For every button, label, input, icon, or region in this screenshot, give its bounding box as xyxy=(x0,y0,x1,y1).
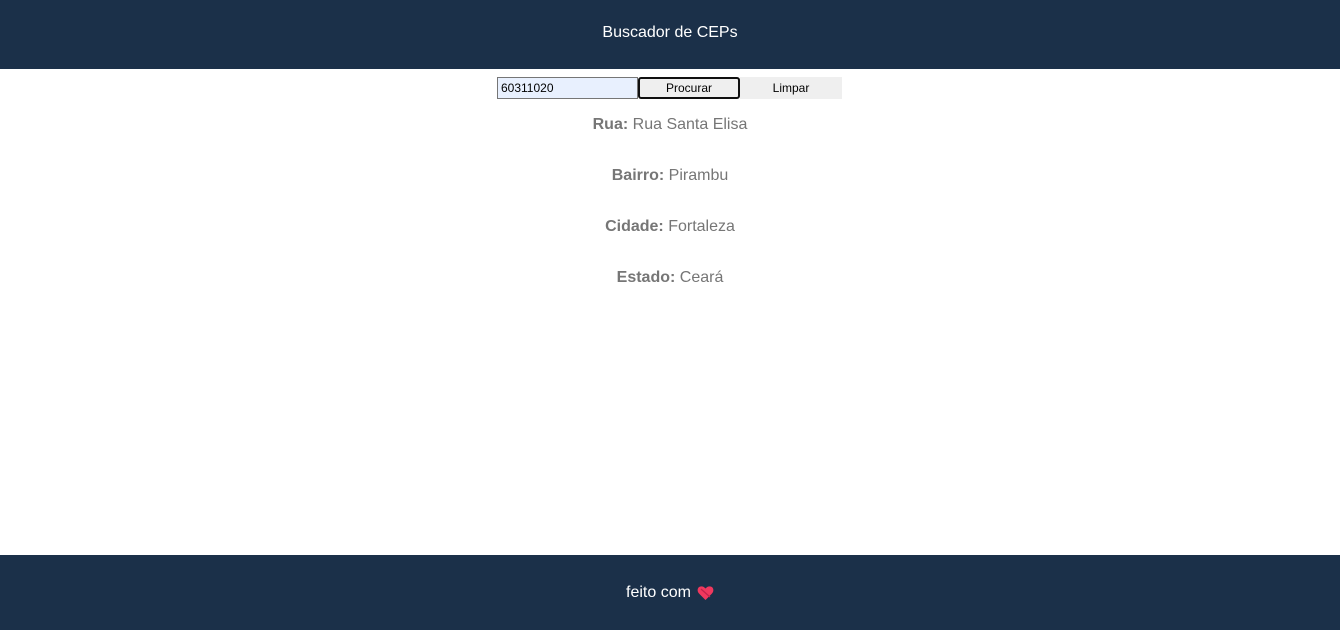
result-city: Cidade: Fortaleza xyxy=(0,216,1340,267)
result-label: Estado: xyxy=(616,269,676,286)
cep-input[interactable] xyxy=(497,77,638,99)
clear-button[interactable]: Limpar xyxy=(740,77,842,99)
app-header: Buscador de CEPs xyxy=(0,0,1340,69)
result-state: Estado: Ceará xyxy=(0,267,1340,318)
result-street: Rua: Rua Santa Elisa xyxy=(0,114,1340,165)
heart-icon xyxy=(697,585,714,601)
result-label: Rua: xyxy=(592,116,629,133)
app-footer: feito com xyxy=(0,555,1340,630)
result-label: Bairro: xyxy=(611,167,665,184)
result-value: Pirambu xyxy=(668,167,729,184)
result-value: Ceará xyxy=(679,269,724,286)
search-form: Procurar Limpar xyxy=(497,77,842,99)
footer-text: feito com xyxy=(626,583,691,601)
footer-credit: feito com xyxy=(626,584,714,602)
result-neighborhood: Bairro: Pirambu xyxy=(0,165,1340,216)
result-value: Fortaleza xyxy=(668,218,735,235)
result-value: Rua Santa Elisa xyxy=(632,116,748,133)
search-button[interactable]: Procurar xyxy=(638,77,740,99)
address-results: Rua: Rua Santa Elisa Bairro: Pirambu Cid… xyxy=(0,114,1340,318)
page-title: Buscador de CEPs xyxy=(602,23,738,41)
result-label: Cidade: xyxy=(605,218,664,235)
